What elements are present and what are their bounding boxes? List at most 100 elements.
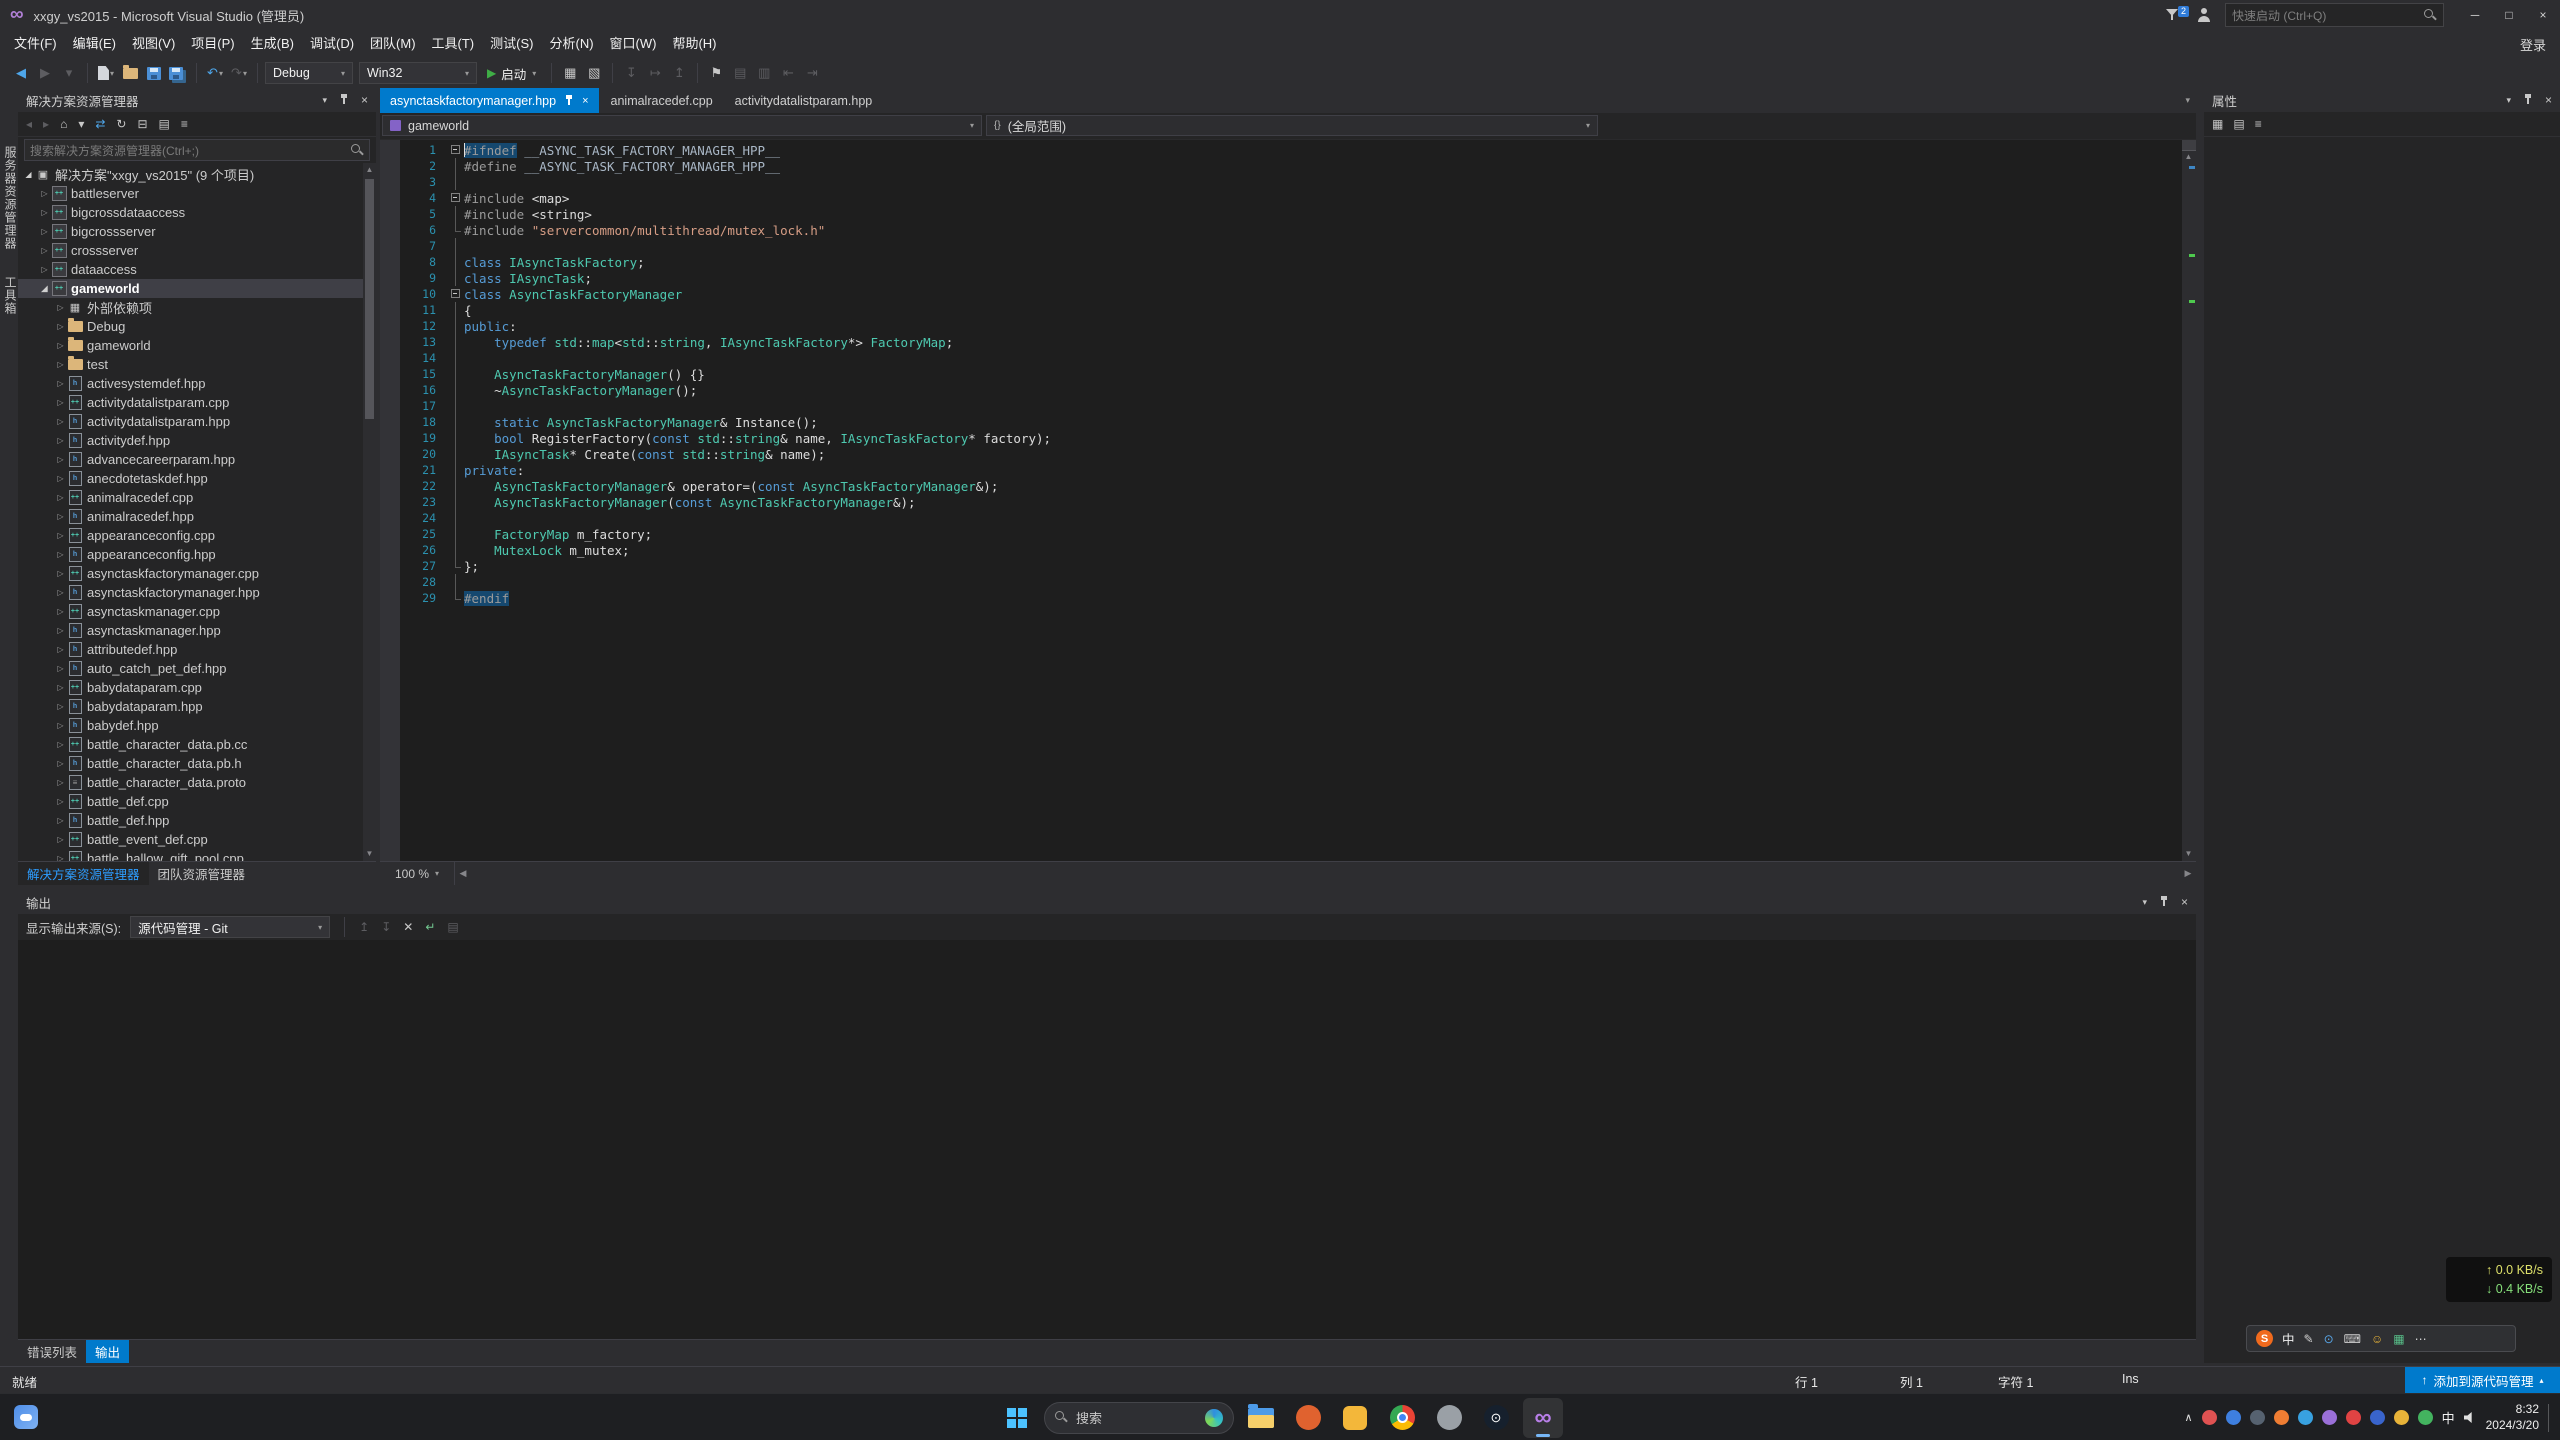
menu-item[interactable]: 团队(M) xyxy=(362,30,424,58)
close-icon[interactable]: × xyxy=(2545,93,2552,107)
steam-icon[interactable]: ⊙ xyxy=(1476,1398,1516,1438)
editor-tab[interactable]: animalracedef.cpp xyxy=(601,88,723,113)
open-file-icon[interactable] xyxy=(119,61,141,85)
solution-search-input[interactable]: 搜索解决方案资源管理器(Ctrl+;) xyxy=(24,139,370,161)
ime-logo-icon[interactable]: S xyxy=(2256,1330,2273,1347)
new-file-icon[interactable]: ▾ xyxy=(95,61,117,85)
app-gray-icon[interactable] xyxy=(1429,1398,1469,1438)
chevron-collapsed-icon[interactable]: ▷ xyxy=(54,588,67,597)
platform-dropdown[interactable]: Win32▾ xyxy=(359,62,477,84)
chevron-collapsed-icon[interactable]: ▷ xyxy=(54,778,67,787)
chevron-collapsed-icon[interactable]: ▷ xyxy=(54,816,67,825)
tree-scrollbar[interactable]: ▲ ▼ xyxy=(363,163,376,861)
menu-item[interactable]: 调试(D) xyxy=(302,30,362,58)
clear-all-icon[interactable]: ✕ xyxy=(403,920,413,934)
tree-item[interactable]: ▷++babydataparam.cpp xyxy=(18,678,363,697)
ime-emoji-icon[interactable]: ☺ xyxy=(2371,1332,2383,1346)
bookmark-icon[interactable]: ⚑ xyxy=(705,61,727,85)
menu-item[interactable]: 项目(P) xyxy=(183,30,242,58)
chevron-collapsed-icon[interactable]: ▷ xyxy=(38,246,51,255)
ime-more-icon[interactable]: ⋯ xyxy=(2415,1332,2427,1346)
taskbar-search-input[interactable]: 搜索 xyxy=(1044,1402,1234,1434)
tree-item[interactable]: ▷++battleserver xyxy=(18,184,363,203)
ime-skin-icon[interactable]: ▦ xyxy=(2393,1332,2404,1346)
close-icon[interactable]: × xyxy=(361,93,368,107)
ime-mode[interactable]: 中 xyxy=(2282,1329,2295,1348)
indent-decrease-icon[interactable]: ⇤ xyxy=(777,61,799,85)
tree-item[interactable]: ▷hbabydataparam.hpp xyxy=(18,697,363,716)
tray-icon[interactable] xyxy=(2394,1410,2409,1425)
navigate-forward-icon[interactable]: ▶ xyxy=(34,61,56,85)
panel-menu-icon[interactable]: ▾ xyxy=(2506,95,2511,106)
chrome-icon[interactable] xyxy=(1382,1398,1422,1438)
menu-item[interactable]: 测试(S) xyxy=(482,30,541,58)
tray-icon[interactable] xyxy=(2250,1410,2265,1425)
chevron-collapsed-icon[interactable]: ▷ xyxy=(54,702,67,711)
hidden-icons-chevron[interactable]: ∧ xyxy=(2185,1411,2193,1424)
file-explorer-icon[interactable] xyxy=(1241,1398,1281,1438)
panel-tab[interactable]: 解决方案资源管理器 xyxy=(18,862,149,885)
chevron-collapsed-icon[interactable]: ▷ xyxy=(54,645,67,654)
chevron-collapsed-icon[interactable]: ▷ xyxy=(54,341,67,350)
solution-platforms-icon[interactable]: ▧ xyxy=(583,61,605,85)
tree-item[interactable]: ▷++bigcrossserver xyxy=(18,222,363,241)
menu-item[interactable]: 分析(N) xyxy=(541,30,601,58)
scroll-left-icon[interactable]: ◀ xyxy=(455,868,471,879)
pin-icon[interactable] xyxy=(2523,94,2533,106)
tree-item[interactable]: ▷hactivesystemdef.hpp xyxy=(18,374,363,393)
tree-item[interactable]: ▷Debug xyxy=(18,317,363,336)
chevron-collapsed-icon[interactable]: ▷ xyxy=(54,664,67,673)
tree-item[interactable]: ▷hauto_catch_pet_def.hpp xyxy=(18,659,363,678)
tree-item[interactable]: ▷++asynctaskmanager.cpp xyxy=(18,602,363,621)
chevron-collapsed-icon[interactable]: ▷ xyxy=(38,265,51,274)
tray-icon[interactable] xyxy=(2322,1410,2337,1425)
forward-icon[interactable]: ▸ xyxy=(43,117,49,131)
tree-item[interactable]: ▷hasynctaskmanager.hpp xyxy=(18,621,363,640)
chevron-collapsed-icon[interactable]: ▷ xyxy=(54,797,67,806)
tray-icon[interactable] xyxy=(2274,1410,2289,1425)
ime-keyboard-icon[interactable]: ⌨ xyxy=(2344,1332,2361,1346)
uncomment-icon[interactable]: ▥ xyxy=(753,61,775,85)
tree-item[interactable]: ▷gameworld xyxy=(18,336,363,355)
start-debug-button[interactable]: ▶启动▾ xyxy=(479,61,544,85)
chevron-collapsed-icon[interactable]: ▷ xyxy=(54,493,67,502)
tree-item[interactable]: ▷hasynctaskfactorymanager.hpp xyxy=(18,583,363,602)
home-icon[interactable]: ⌂ xyxy=(60,117,67,131)
add-to-source-control-button[interactable]: ↑ 添加到源代码管理 ▴ xyxy=(2405,1367,2560,1393)
app-orange-icon[interactable] xyxy=(1288,1398,1328,1438)
chevron-expanded-icon[interactable]: ◢ xyxy=(38,284,51,293)
tree-item[interactable]: ▷hattributedef.hpp xyxy=(18,640,363,659)
tree-item[interactable]: ▷++dataaccess xyxy=(18,260,363,279)
categorized-icon[interactable]: ▦ xyxy=(2212,117,2223,131)
scroll-right-icon[interactable]: ▶ xyxy=(2180,868,2196,879)
chevron-collapsed-icon[interactable]: ▷ xyxy=(38,189,51,198)
menu-item[interactable]: 窗口(W) xyxy=(602,30,665,58)
speaker-icon[interactable] xyxy=(2464,1411,2477,1424)
side-tab-toolbox[interactable]: 工具箱 xyxy=(2,276,19,315)
chevron-collapsed-icon[interactable]: ▷ xyxy=(54,569,67,578)
pin-icon[interactable] xyxy=(564,95,574,107)
tray-icon[interactable] xyxy=(2298,1410,2313,1425)
tray-icon[interactable] xyxy=(2226,1410,2241,1425)
close-icon[interactable]: × xyxy=(2181,895,2188,909)
chevron-collapsed-icon[interactable]: ▷ xyxy=(54,417,67,426)
outline-box-icon[interactable] xyxy=(448,190,464,206)
tree-item[interactable]: ▷hadvancecareerparam.hpp xyxy=(18,450,363,469)
output-source-dropdown[interactable]: 源代码管理 - Git ▾ xyxy=(130,916,330,938)
chevron-collapsed-icon[interactable]: ▷ xyxy=(54,531,67,540)
chevron-collapsed-icon[interactable]: ▷ xyxy=(54,455,67,464)
chevron-collapsed-icon[interactable]: ▷ xyxy=(54,759,67,768)
menu-item[interactable]: 文件(F) xyxy=(6,30,65,58)
close-button[interactable]: × xyxy=(2526,0,2560,30)
step-over-icon[interactable]: ↦ xyxy=(644,61,666,85)
tree-item[interactable]: ▷hbabydef.hpp xyxy=(18,716,363,735)
input-method-indicator[interactable]: 中 xyxy=(2442,1408,2455,1427)
comment-out-icon[interactable]: ▤ xyxy=(729,61,751,85)
navigate-backward-icon[interactable]: ◀ xyxy=(10,61,32,85)
scroll-down-icon[interactable]: ▼ xyxy=(363,847,376,861)
chevron-collapsed-icon[interactable]: ▷ xyxy=(54,379,67,388)
outline-box-icon[interactable] xyxy=(448,286,464,302)
tree-item[interactable]: ◢++gameworld xyxy=(18,279,363,298)
chevron-collapsed-icon[interactable]: ▷ xyxy=(38,208,51,217)
save-icon[interactable] xyxy=(143,61,165,85)
